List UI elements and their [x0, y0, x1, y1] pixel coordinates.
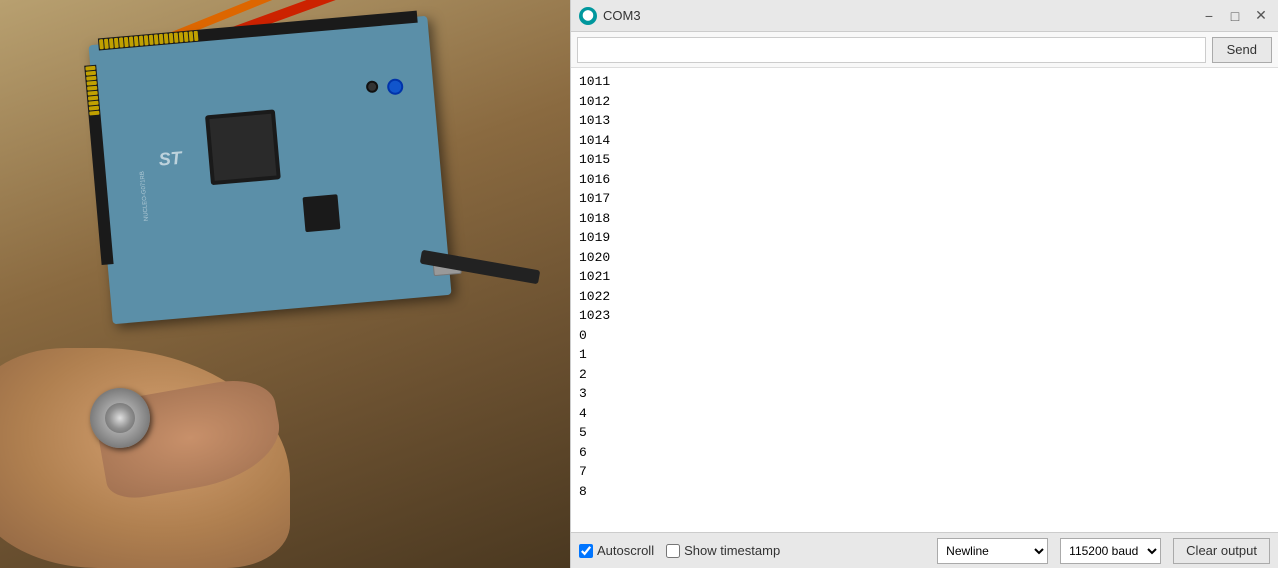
output-line: 5: [579, 423, 1270, 443]
output-line: 6: [579, 443, 1270, 463]
autoscroll-label[interactable]: Autoscroll: [597, 543, 654, 558]
arduino-icon: ⬤: [579, 7, 597, 25]
close-button[interactable]: ✕: [1252, 7, 1270, 25]
output-line: 1013: [579, 111, 1270, 131]
output-line: 1023: [579, 306, 1270, 326]
timestamp-checkbox[interactable]: [666, 544, 680, 558]
serial-monitor-panel: ⬤ COM3 − □ ✕ Send 1011101210131014101510…: [570, 0, 1278, 568]
output-line: 2: [579, 365, 1270, 385]
title-bar: ⬤ COM3 − □ ✕: [571, 0, 1278, 32]
output-line: 1016: [579, 170, 1270, 190]
output-line: 1011: [579, 72, 1270, 92]
output-line: 1019: [579, 228, 1270, 248]
output-line: 1014: [579, 131, 1270, 151]
output-line: 1018: [579, 209, 1270, 229]
output-line: 1022: [579, 287, 1270, 307]
output-line: 1021: [579, 267, 1270, 287]
newline-select[interactable]: No line endingNewlineCarriage returnBoth…: [937, 538, 1048, 564]
output-line: 8: [579, 482, 1270, 502]
timestamp-group: Show timestamp: [666, 543, 780, 558]
minimize-button[interactable]: −: [1200, 7, 1218, 25]
output-line: 1: [579, 345, 1270, 365]
output-line: 4: [579, 404, 1270, 424]
output-line: 1017: [579, 189, 1270, 209]
send-button[interactable]: Send: [1212, 37, 1272, 63]
autoscroll-group: Autoscroll: [579, 543, 654, 558]
output-line: 1015: [579, 150, 1270, 170]
serial-input[interactable]: [577, 37, 1206, 63]
output-area[interactable]: 1011101210131014101510161017101810191020…: [571, 68, 1278, 532]
baud-select[interactable]: 300 baud1200 baud2400 baud4800 baud9600 …: [1060, 538, 1161, 564]
input-row: Send: [571, 32, 1278, 68]
output-line: 0: [579, 326, 1270, 346]
autoscroll-checkbox[interactable]: [579, 544, 593, 558]
output-line: 7: [579, 462, 1270, 482]
bottom-bar: Autoscroll Show timestamp No line ending…: [571, 532, 1278, 568]
window-title: COM3: [603, 8, 641, 23]
restore-button[interactable]: □: [1226, 7, 1244, 25]
board-image-panel: ST NUCLEO-G071RB: [0, 0, 570, 568]
title-left: ⬤ COM3: [579, 7, 641, 25]
title-controls: − □ ✕: [1200, 7, 1270, 25]
output-line: 1020: [579, 248, 1270, 268]
output-line: 3: [579, 384, 1270, 404]
output-line: 1012: [579, 92, 1270, 112]
timestamp-label[interactable]: Show timestamp: [684, 543, 780, 558]
clear-output-button[interactable]: Clear output: [1173, 538, 1270, 564]
